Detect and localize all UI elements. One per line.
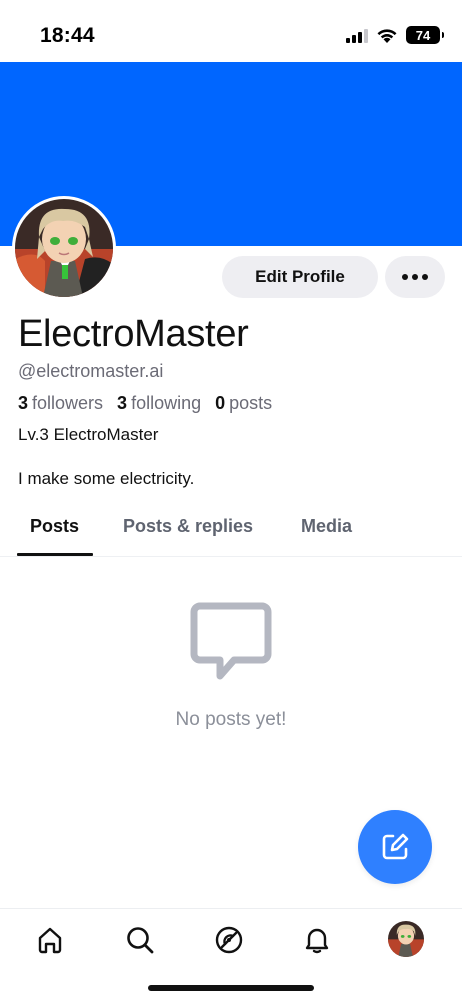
profile-avatar[interactable] — [12, 196, 116, 300]
status-icons: 74 — [346, 26, 444, 44]
nav-feeds[interactable] — [212, 923, 246, 957]
tab-media[interactable]: Media — [301, 516, 352, 537]
status-time: 18:44 — [40, 24, 95, 47]
tab-posts-replies[interactable]: Posts & replies — [123, 516, 253, 537]
following-label: following — [131, 393, 202, 413]
tab-posts[interactable]: Posts — [30, 516, 79, 537]
home-indicator — [148, 985, 314, 991]
posts-stat: 0 posts — [215, 393, 272, 414]
more-icon — [402, 274, 428, 280]
status-bar: 18:44 74 — [0, 0, 462, 62]
search-icon — [127, 927, 154, 954]
followers-stat[interactable]: 3 followers — [18, 393, 103, 414]
following-stat[interactable]: 3 following — [117, 393, 201, 414]
followers-label: followers — [32, 393, 104, 413]
display-name: ElectroMaster — [18, 313, 249, 355]
user-handle: @electromaster.ai — [18, 361, 164, 381]
nav-home[interactable] — [33, 923, 67, 957]
active-tab-indicator — [17, 553, 93, 556]
posts-count: 0 — [215, 393, 226, 413]
following-count: 3 — [117, 393, 128, 413]
wifi-icon — [377, 28, 397, 43]
edit-profile-button[interactable]: Edit Profile — [222, 256, 378, 298]
bottom-navigation — [0, 908, 462, 1000]
profile-stats: 3 followers 3 following 0 posts — [18, 393, 272, 414]
feeds-icon — [215, 926, 243, 954]
battery-icon: 74 — [406, 26, 444, 44]
avatar-image — [15, 199, 113, 297]
signal-icon — [346, 27, 368, 43]
profile-avatar-icon — [388, 921, 424, 957]
profile-bio: I make some electricity. — [18, 469, 195, 488]
more-options-button[interactable] — [385, 256, 445, 298]
profile-level: Lv.3 ElectroMaster — [18, 425, 159, 444]
empty-state-text: No posts yet! — [175, 709, 287, 730]
nav-profile-avatar[interactable] — [388, 921, 424, 957]
nav-search[interactable] — [123, 923, 157, 957]
home-icon — [38, 927, 62, 954]
chat-bubble-icon — [190, 602, 272, 680]
compose-button[interactable] — [358, 810, 432, 884]
followers-count: 3 — [18, 393, 29, 413]
posts-label: posts — [229, 393, 273, 413]
notifications-icon — [305, 928, 329, 954]
profile-tabs: Posts Posts & replies Media — [0, 505, 462, 557]
nav-notifications[interactable] — [300, 923, 334, 957]
compose-icon — [382, 833, 409, 860]
